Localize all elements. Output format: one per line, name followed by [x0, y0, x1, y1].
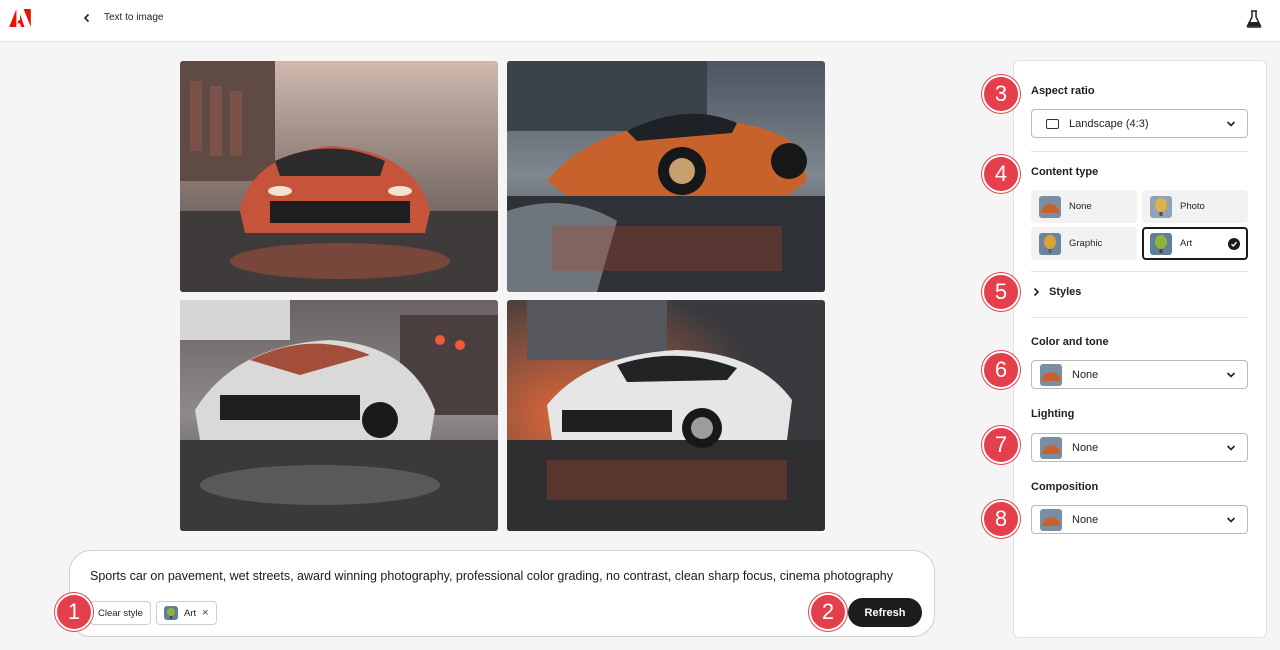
lighting-label: Lighting: [1031, 408, 1075, 420]
callout-badge-6: 6: [982, 351, 1020, 389]
composition-label: Composition: [1031, 481, 1099, 493]
callout-badge-1: 1: [55, 593, 93, 631]
color-and-tone-label: Color and tone: [1031, 336, 1109, 348]
styles-expander[interactable]: Styles: [1031, 282, 1248, 302]
balloon-thumbnail-icon: [1150, 195, 1172, 218]
content-type-photo[interactable]: Photo: [1142, 190, 1248, 223]
color-and-tone-value: None: [1072, 368, 1099, 381]
color-and-tone-select[interactable]: None: [1031, 360, 1248, 389]
adobe-logo-icon[interactable]: [9, 9, 31, 27]
content-type-graphic-label: Graphic: [1069, 238, 1103, 249]
aspect-ratio-select[interactable]: Landscape (4:3): [1031, 109, 1248, 138]
page-title: Text to image: [104, 12, 164, 23]
car-thumbnail-icon: [1040, 436, 1062, 459]
content-type-none-label: None: [1069, 201, 1092, 212]
remove-chip-icon[interactable]: ×: [202, 607, 208, 619]
chevron-right-icon: [1033, 287, 1040, 297]
content-type-graphic[interactable]: Graphic: [1031, 227, 1137, 260]
content-type-photo-label: Photo: [1180, 201, 1205, 212]
content-type-label: Content type: [1031, 166, 1099, 178]
chevron-down-icon: [1226, 516, 1236, 523]
car-thumbnail-icon: [1039, 195, 1061, 218]
content-type-art-label: Art: [1180, 238, 1193, 249]
settings-panel: [1013, 60, 1267, 638]
landscape-ratio-icon: [1046, 118, 1059, 129]
aspect-ratio-value: Landscape (4:3): [1069, 117, 1149, 130]
balloon-thumbnail-icon: [1150, 232, 1172, 255]
content-type-art[interactable]: Art: [1142, 227, 1248, 260]
prompt-input[interactable]: Sports car on pavement, wet streets, awa…: [90, 569, 893, 583]
generated-image-4[interactable]: [507, 300, 825, 531]
style-chip-art[interactable]: Art ×: [156, 601, 217, 625]
car-image-4: [507, 300, 825, 531]
refresh-label: Refresh: [864, 606, 906, 619]
chevron-down-icon: [1226, 444, 1236, 451]
clear-style-label: Clear style: [98, 607, 143, 619]
callout-badge-4: 4: [982, 155, 1020, 193]
chevron-down-icon: [1226, 120, 1236, 127]
car-image-2: [507, 61, 825, 292]
callout-badge-5: 5: [982, 273, 1020, 311]
callout-badge-8: 8: [982, 500, 1020, 538]
generated-image-2[interactable]: [507, 61, 825, 292]
aspect-ratio-label: Aspect ratio: [1031, 85, 1095, 97]
balloon-thumbnail-icon: [164, 606, 178, 620]
generated-image-3[interactable]: [180, 300, 498, 531]
content-type-none[interactable]: None: [1031, 190, 1137, 223]
callout-badge-7: 7: [982, 426, 1020, 464]
generated-image-1[interactable]: [180, 61, 498, 292]
style-chip-label: Art: [184, 607, 197, 619]
callout-badge-3: 3: [982, 75, 1020, 113]
clear-style-button[interactable]: Clear style: [90, 601, 151, 625]
divider: [1031, 317, 1248, 318]
car-thumbnail-icon: [1040, 508, 1062, 531]
refresh-button[interactable]: Refresh: [848, 598, 922, 627]
car-image-3: [180, 300, 498, 531]
callout-badge-2: 2: [809, 593, 847, 631]
divider: [1031, 271, 1248, 272]
styles-label: Styles: [1049, 286, 1082, 298]
lighting-value: None: [1072, 441, 1099, 454]
beaker-icon[interactable]: [1246, 10, 1262, 28]
chevron-left-icon: [83, 13, 90, 23]
composition-select[interactable]: None: [1031, 505, 1248, 534]
divider: [1031, 151, 1248, 152]
lighting-select[interactable]: None: [1031, 433, 1248, 462]
composition-value: None: [1072, 513, 1099, 526]
top-bar: Text to image: [0, 0, 1280, 42]
chevron-down-icon: [1226, 371, 1236, 378]
prompt-box: Sports car on pavement, wet streets, awa…: [69, 550, 935, 637]
balloon-thumbnail-icon: [1039, 232, 1061, 255]
back-button[interactable]: [78, 9, 96, 27]
car-image-1: [180, 61, 498, 292]
checkmark-icon: [1228, 237, 1240, 250]
car-thumbnail-icon: [1040, 363, 1062, 386]
